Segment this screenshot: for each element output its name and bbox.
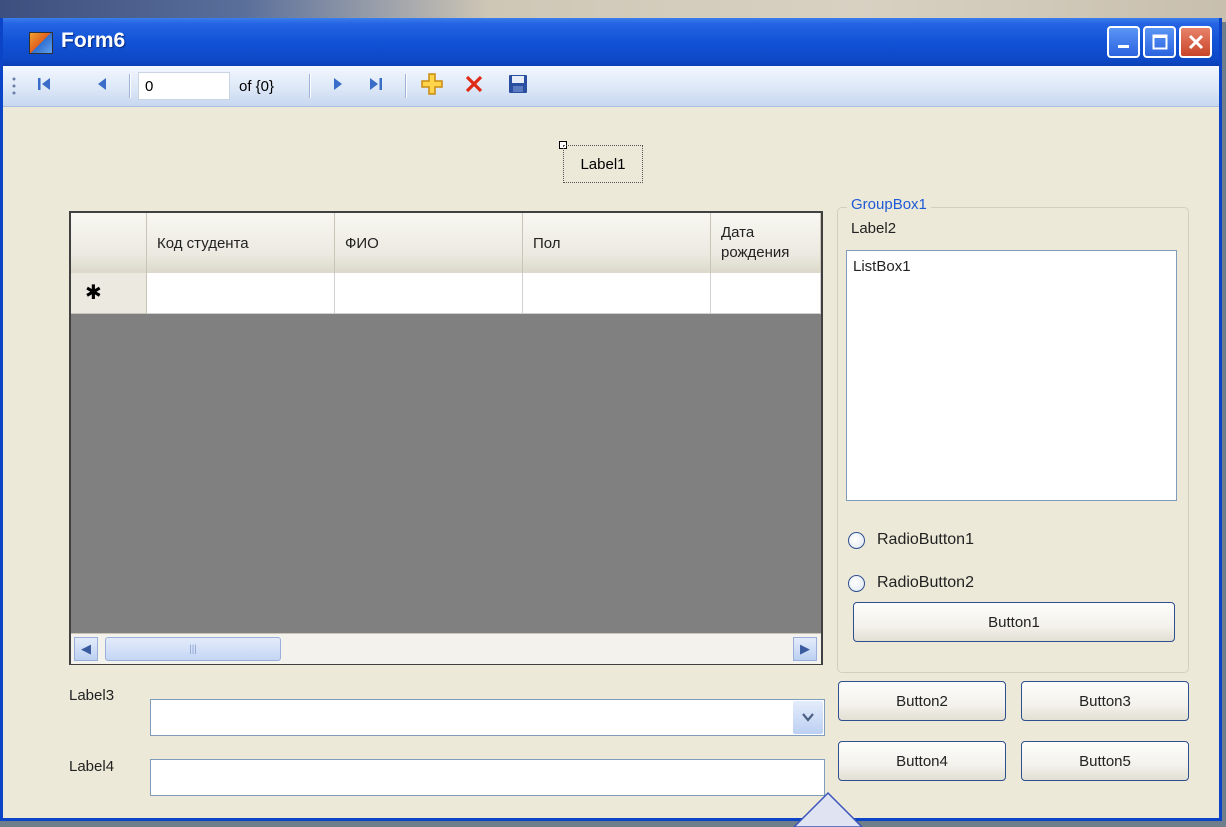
dropdown-button[interactable] xyxy=(793,701,823,734)
move-last-icon xyxy=(368,76,384,97)
move-previous-button[interactable] xyxy=(87,72,117,100)
move-previous-icon xyxy=(94,76,110,97)
form-client-area: Label1 Код студента ФИО Пол Дата рождени… xyxy=(3,107,1219,818)
scroll-left-button[interactable]: ◀ xyxy=(74,637,98,661)
listbox1[interactable]: ListBox1 xyxy=(846,250,1177,501)
move-last-button[interactable] xyxy=(361,72,391,100)
radio-circle-icon xyxy=(848,574,865,592)
callout-pointer xyxy=(792,791,864,827)
title-bar[interactable]: Form6 xyxy=(3,18,1219,66)
toolbar-grip[interactable] xyxy=(9,72,19,100)
toolbar-separator xyxy=(405,74,407,98)
grid-cell[interactable] xyxy=(711,273,821,314)
maximize-button[interactable] xyxy=(1143,26,1176,58)
count-label: of {0} xyxy=(239,78,275,95)
radio-button-1-label: RadioButton1 xyxy=(877,531,974,548)
radio-circle-icon xyxy=(848,531,865,549)
label4: Label4 xyxy=(69,758,115,775)
radio-button-1[interactable]: RadioButton1 xyxy=(848,528,974,552)
button2[interactable]: Button2 xyxy=(838,681,1006,721)
move-first-button[interactable] xyxy=(29,72,59,100)
groupbox-title: GroupBox1 xyxy=(847,196,931,213)
scroll-thumb[interactable]: ||| xyxy=(105,637,281,661)
chevron-right-icon: ▶ xyxy=(800,641,810,656)
delete-icon xyxy=(464,74,484,99)
save-icon xyxy=(508,74,528,99)
add-new-button[interactable] xyxy=(417,72,447,100)
scroll-right-button[interactable]: ▶ xyxy=(793,637,817,661)
grid-cell[interactable] xyxy=(335,273,523,314)
horizontal-scrollbar[interactable]: ◀ ||| ▶ xyxy=(71,633,821,664)
column-header-gender[interactable]: Пол xyxy=(523,213,711,273)
listbox-name: ListBox1 xyxy=(853,258,911,275)
button1[interactable]: Button1 xyxy=(853,602,1175,642)
grid-cell[interactable] xyxy=(147,273,335,314)
grid-header: Код студента ФИО Пол Дата рождения xyxy=(71,213,821,274)
window-title: Form6 xyxy=(61,29,126,52)
label1: Label1 xyxy=(563,145,643,183)
grid-cell[interactable] xyxy=(523,273,711,314)
radio-button-2-label: RadioButton2 xyxy=(877,574,974,591)
grid-corner-header[interactable] xyxy=(71,213,147,273)
column-header-student-code[interactable]: Код студента xyxy=(147,213,335,273)
add-new-icon xyxy=(421,72,443,100)
form-window: Form6 0 of {0} Label1 Код студента ФИО П… xyxy=(0,18,1222,821)
button5[interactable]: Button5 xyxy=(1021,741,1189,781)
table-row[interactable]: ✱ xyxy=(71,273,821,315)
label3: Label3 xyxy=(69,687,115,704)
move-next-icon xyxy=(330,76,346,97)
column-header-birth-date[interactable]: Дата рождения xyxy=(711,213,821,273)
chevron-left-icon: ◀ xyxy=(81,641,91,656)
delete-button[interactable] xyxy=(459,72,489,100)
button3[interactable]: Button3 xyxy=(1021,681,1189,721)
button4[interactable]: Button4 xyxy=(838,741,1006,781)
form-icon xyxy=(29,32,53,54)
combobox[interactable] xyxy=(150,699,825,736)
textbox[interactable] xyxy=(150,759,825,796)
new-row-marker[interactable]: ✱ xyxy=(71,273,147,314)
move-first-icon xyxy=(36,76,52,97)
toolbar-separator xyxy=(129,74,131,98)
save-button[interactable] xyxy=(503,72,533,100)
move-next-button[interactable] xyxy=(323,72,353,100)
position-input[interactable]: 0 xyxy=(138,72,230,100)
radio-button-2[interactable]: RadioButton2 xyxy=(848,571,974,595)
chevron-down-icon xyxy=(802,711,814,725)
maximize-icon xyxy=(1145,28,1174,56)
binding-navigator: 0 of {0} xyxy=(3,66,1219,107)
label2: Label2 xyxy=(851,220,897,237)
minimize-button[interactable] xyxy=(1107,26,1140,58)
close-icon xyxy=(1181,28,1210,56)
minimize-icon xyxy=(1109,28,1138,56)
data-grid-view[interactable]: Код студента ФИО Пол Дата рождения ✱ ◀ |… xyxy=(69,211,823,665)
close-button[interactable] xyxy=(1179,26,1212,58)
column-header-fio[interactable]: ФИО xyxy=(335,213,523,273)
grip-lines-icon: ||| xyxy=(189,643,197,655)
toolbar-separator xyxy=(309,74,311,98)
